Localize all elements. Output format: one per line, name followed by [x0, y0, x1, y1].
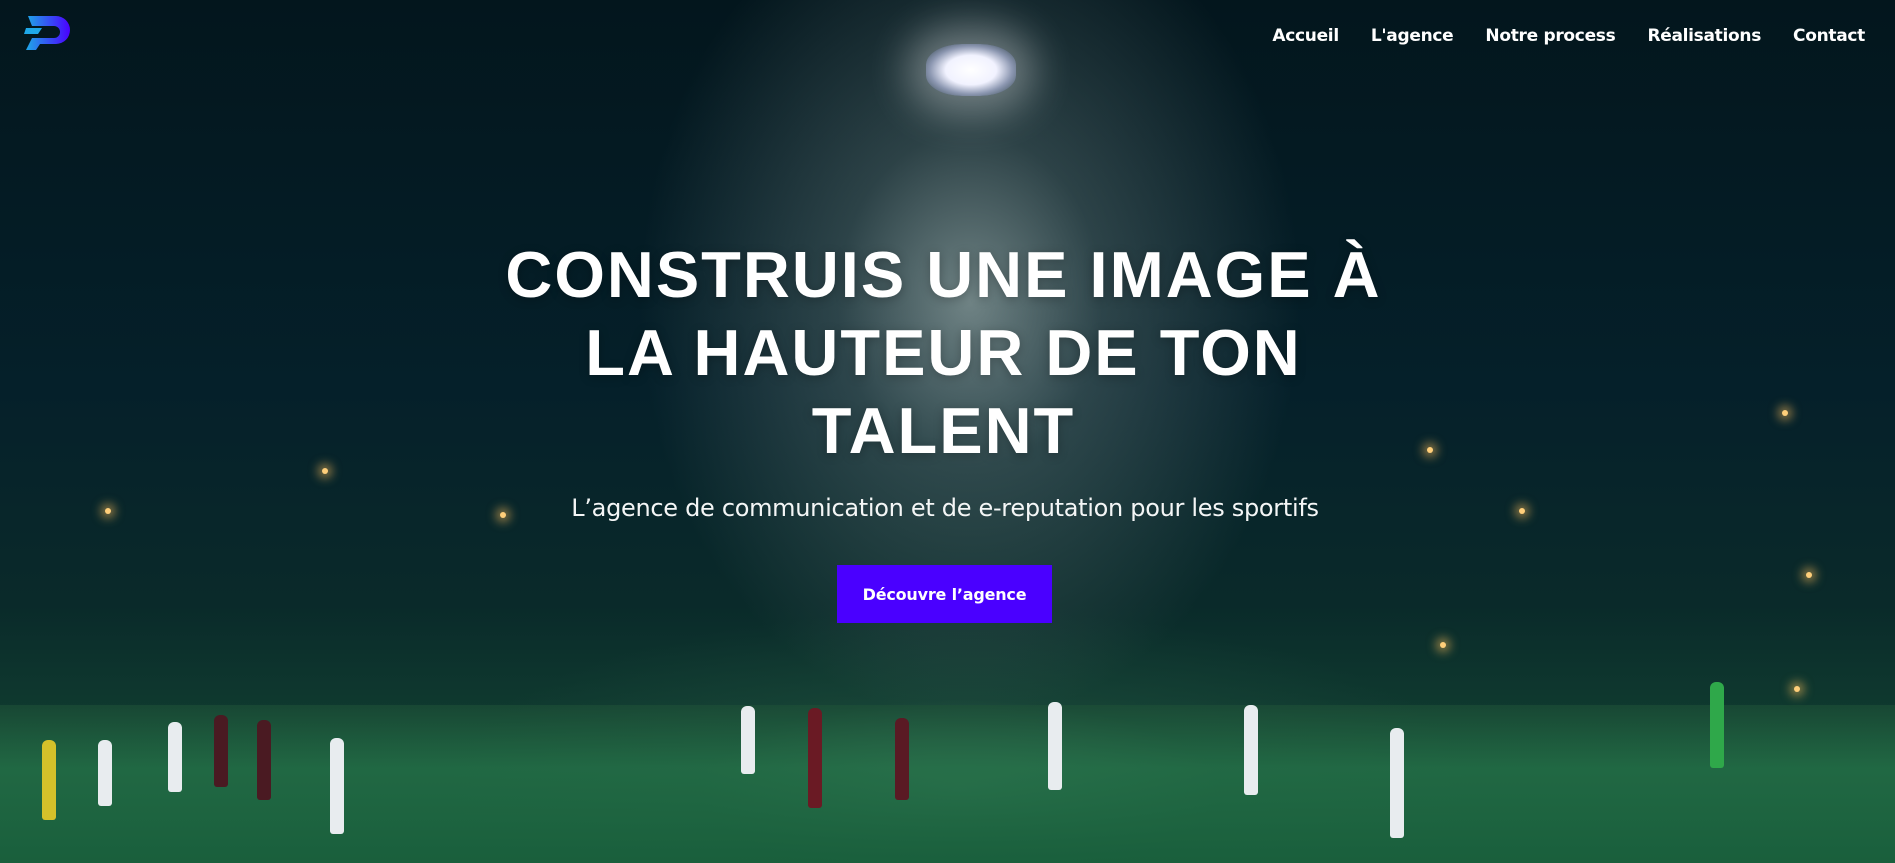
player: [330, 738, 344, 834]
player: [257, 720, 271, 800]
p-logo-icon[interactable]: [22, 12, 74, 54]
floodlight: [926, 44, 1016, 96]
player: [808, 708, 822, 808]
player: [98, 740, 112, 806]
stadium-light: [1519, 508, 1525, 514]
player: [1390, 728, 1404, 838]
nav-item-realisations[interactable]: Réalisations: [1647, 26, 1761, 46]
player: [214, 715, 228, 787]
stadium-light: [1440, 642, 1446, 648]
hero-headline: CONSTRUIS UNE IMAGE À LA HAUTEUR DE TON …: [505, 238, 1382, 467]
stadium-light: [1427, 447, 1433, 453]
nav-item-process[interactable]: Notre process: [1485, 26, 1615, 46]
hero-subtitle: L’agence de communication et de e-reputa…: [571, 494, 1319, 522]
nav-item-contact[interactable]: Contact: [1793, 26, 1865, 46]
stadium-light: [1794, 686, 1800, 692]
discover-agency-button[interactable]: Découvre l’agence: [837, 565, 1052, 623]
player: [42, 740, 56, 820]
stadium-light: [1806, 572, 1812, 578]
player: [1048, 702, 1062, 790]
main-navigation: Accueil L'agence Notre process Réalisati…: [1272, 26, 1865, 46]
stadium-light: [105, 508, 111, 514]
player: [895, 718, 909, 800]
stadium-light: [1782, 410, 1788, 416]
stadium-light: [322, 468, 328, 474]
nav-item-agence[interactable]: L'agence: [1371, 26, 1454, 46]
player: [168, 722, 182, 792]
football-pitch: [0, 705, 1895, 863]
player: [1244, 705, 1258, 795]
nav-item-accueil[interactable]: Accueil: [1272, 26, 1339, 46]
player: [741, 706, 755, 774]
player: [1710, 682, 1724, 768]
